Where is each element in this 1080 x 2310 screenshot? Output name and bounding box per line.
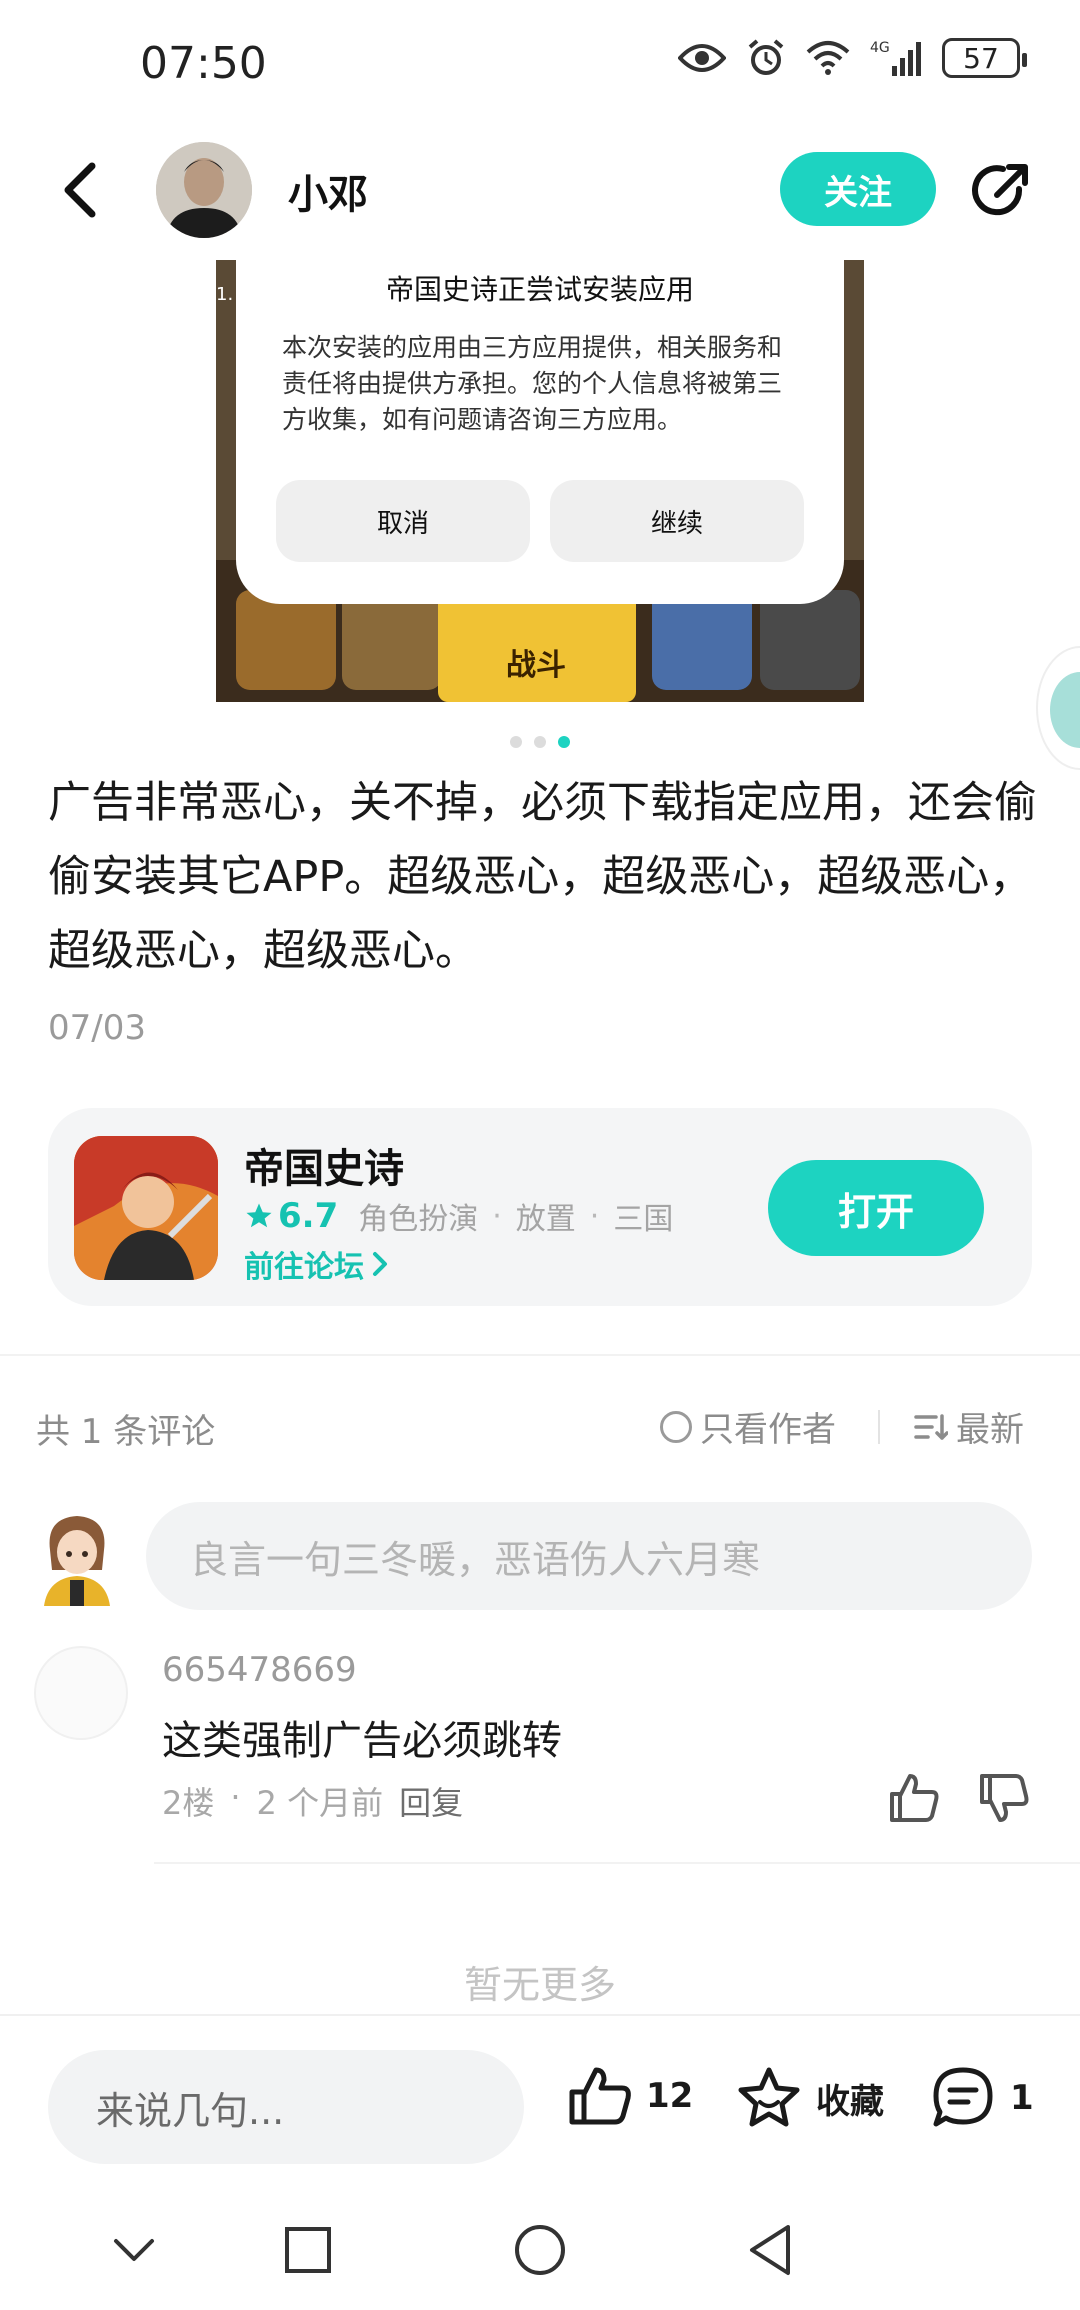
app-meta: 6.7 角色扮演 · 放置 · 三国 [244,1194,673,1238]
reply-button[interactable]: 回复 [399,1778,463,1824]
back-button[interactable] [50,158,110,222]
dialog-body: 本次安装的应用由三方应用提供，相关服务和责任将由提供方承担。您的个人信息将被第三… [282,333,783,434]
post-text: 广告非常恶心，关不掉，必须下载指定应用，还会偷偷安装其它APP。超级恶心，超级恶… [48,778,1037,976]
author-only-label: 只看作者 [700,1410,836,1450]
triangle-back-icon [750,2225,790,2275]
pager-dot [534,736,546,748]
chevron-down-icon [114,2239,154,2261]
no-more-label: 暂无更多 [463,1963,616,2007]
app-tag: 角色扮演 [358,1202,479,1237]
eye-icon [678,40,726,76]
robe-icon [652,590,752,690]
dialog-title: 帝国史诗正尝试安装应用 [385,273,694,306]
chat-bubble-icon [933,2067,993,2127]
status-bar: 07:50 4G 57 [0,0,1080,130]
app-card[interactable]: 帝国史诗 6.7 角色扮演 · 放置 · 三国 前往论坛 打开 [48,1108,1032,1306]
comment-count: 共 1 条评论 [36,1412,216,1452]
comment-username[interactable]: 665478669 [162,1650,357,1690]
comment-dislike-button[interactable] [976,1770,1032,1826]
status-time: 07:50 [140,38,267,89]
section-divider [0,1354,1080,1356]
app-tag: 三国 [613,1202,674,1237]
comment-floor: 2楼 [162,1784,215,1822]
square-icon [285,2227,331,2273]
thumbs-up-icon [569,2067,631,2125]
nav-back-button[interactable] [740,2220,800,2280]
app-rating: 6.7 [244,1196,338,1236]
my-avatar [40,1510,114,1606]
system-nav-bar [0,2178,1080,2310]
like-count: 12 [646,2076,694,2116]
star-icon [246,1203,272,1228]
comment-time: 2 个月前 [256,1784,384,1822]
post-header: 小邓 关注 [0,130,1080,250]
comment-meta: 2楼 · 2 个月前 回复 [162,1778,463,1824]
pager-dot [510,736,522,748]
follow-button[interactable]: 关注 [780,152,936,226]
comments-button[interactable]: 1 [930,2066,1034,2130]
pager-dot-active [558,736,570,748]
app-tag: 放置 [515,1202,576,1237]
favorite-button[interactable]: 收藏 [736,2066,884,2130]
forum-link[interactable]: 前往论坛 [244,1242,390,1286]
nav-recents-button[interactable] [278,2220,338,2280]
forum-link-label: 前往论坛 [244,1250,364,1285]
bottom-action-bar: 来说几句... 12 收藏 1 [0,2014,1080,2178]
author-avatar[interactable] [156,142,252,238]
share-icon [972,164,1028,216]
tag-separator: · [492,1198,502,1234]
sort-divider [878,1410,880,1444]
circle-icon [515,2225,565,2275]
radio-icon [660,1410,692,1443]
author-name[interactable]: 小邓 [288,162,368,220]
sort-icon [914,1413,948,1440]
tag-separator: · [589,1198,600,1234]
thumbs-up-icon [890,1774,939,1822]
comment-like-button[interactable] [886,1770,942,1826]
status-icons: 4G 57 [678,38,1027,78]
signal-icon: 4G [870,38,922,78]
image-corner-text: 1. [216,284,234,305]
app-icon[interactable] [74,1136,218,1280]
post-date: 07/03 [48,1008,146,1048]
nav-collapse-button[interactable] [104,2220,164,2280]
comment-text: 这类强制广告必须跳转 [162,1718,562,1764]
svg-text:4G: 4G [870,40,890,56]
nav-home-button[interactable] [510,2220,570,2280]
dialog-continue-button: 继续 [550,480,804,562]
install-dialog: 帝国史诗正尝试安装应用 本次安装的应用由三方应用提供，相关服务和责任将由提供方承… [236,260,844,604]
battery-indicator: 57 [942,38,1027,78]
like-button[interactable]: 12 [568,2066,693,2126]
comment-input[interactable]: 良言一句三冬暖，恶语伤人六月寒 [146,1502,1032,1610]
sort-label: 最新 [956,1410,1024,1450]
app-name[interactable]: 帝国史诗 [244,1136,404,1194]
comment-divider [154,1862,1080,1864]
battle-label: 战斗 [506,648,566,683]
chevron-left-icon [64,162,96,218]
floating-side-button[interactable] [1036,646,1080,770]
author-only-toggle[interactable]: 只看作者 [660,1402,836,1451]
share-button[interactable] [966,156,1036,226]
comment-count-badge: 1 [1010,2078,1034,2118]
meta-separator: · [230,1778,241,1816]
app-rating-value: 6.7 [278,1196,339,1236]
star-icon [738,2067,800,2127]
favorite-label: 收藏 [816,2081,884,2122]
sort-button[interactable]: 最新 [914,1402,1024,1451]
thumbs-down-icon [980,1774,1029,1822]
chevron-right-icon [373,1252,387,1276]
lock-icon [760,590,860,690]
dialog-cancel-button: 取消 [276,480,530,562]
open-app-button[interactable]: 打开 [768,1160,984,1256]
alarm-icon [746,38,786,78]
commenter-avatar[interactable] [34,1646,128,1740]
wifi-icon [806,40,850,76]
bottom-comment-input[interactable]: 来说几句... [48,2050,524,2164]
chest-icon [236,590,336,690]
armor-icon [342,590,442,690]
image-pager [0,736,1080,748]
